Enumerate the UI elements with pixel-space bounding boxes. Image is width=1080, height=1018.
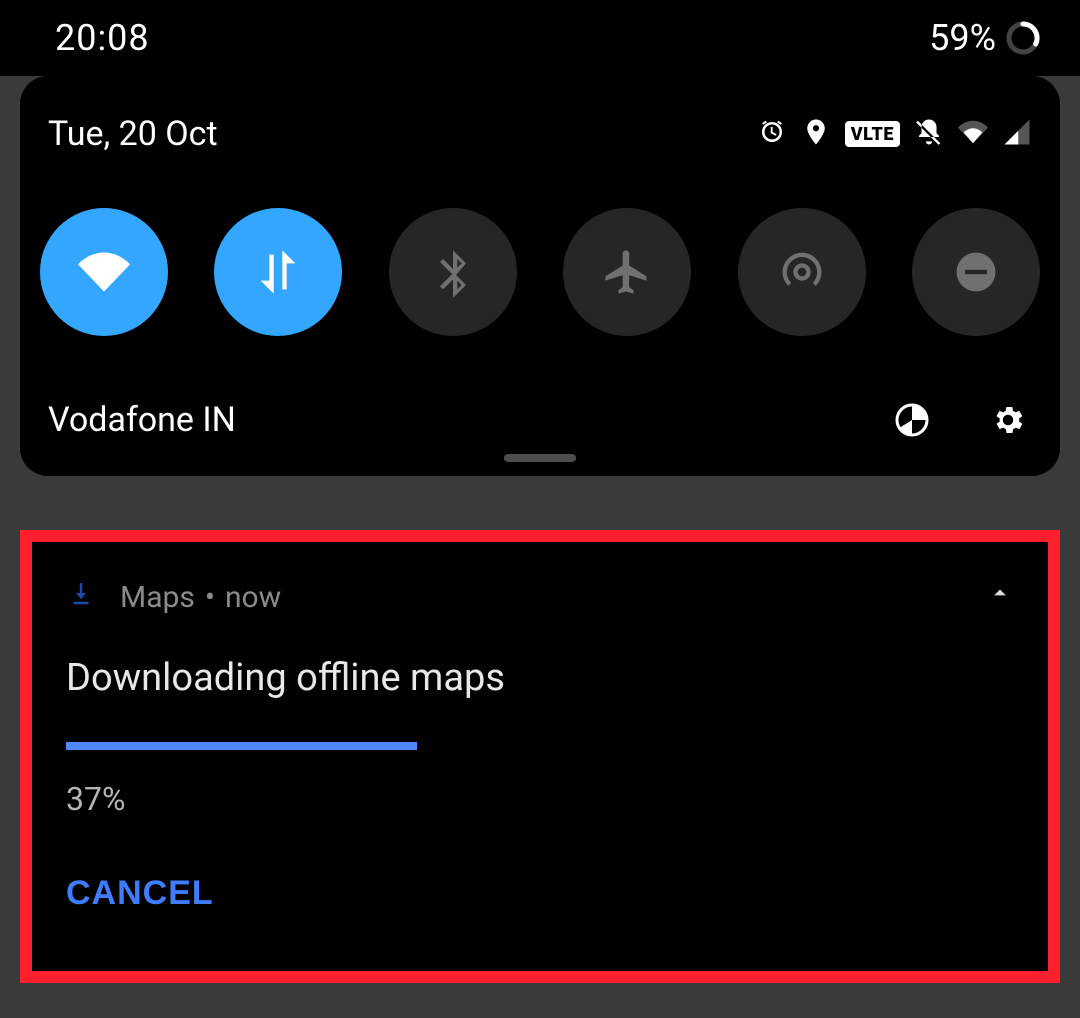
download-icon xyxy=(66,578,96,616)
status-icons: V⁠LTE xyxy=(757,117,1032,151)
qs-tile-wifi[interactable] xyxy=(40,208,168,336)
quick-settings-panel[interactable]: Tue, 20 Oct V⁠LTE Vodafo xyxy=(20,76,1060,476)
settings-icon[interactable] xyxy=(988,400,1028,440)
qs-tile-airplane[interactable] xyxy=(563,208,691,336)
notification-card[interactable]: Maps • now Downloading offline maps 37% … xyxy=(32,542,1048,971)
qs-footer: Vodafone IN xyxy=(20,366,1060,448)
separator: • xyxy=(205,580,215,615)
qs-tiles xyxy=(20,174,1060,366)
volte-icon: V⁠LTE xyxy=(845,121,900,147)
notification-when: now xyxy=(225,580,281,615)
notification-actions: CANCEL xyxy=(66,874,1014,913)
mute-icon xyxy=(914,117,944,151)
battery-percent: 59% xyxy=(929,17,996,59)
cancel-button[interactable]: CANCEL xyxy=(66,874,214,913)
qs-tile-dnd[interactable] xyxy=(912,208,1040,336)
notification-header: Maps • now xyxy=(66,578,1014,616)
progress-fill xyxy=(66,742,417,750)
alarm-icon xyxy=(757,117,787,151)
clock: 20:08 xyxy=(55,17,150,59)
notification-title: Downloading offline maps xyxy=(66,656,1014,700)
data-usage-icon[interactable] xyxy=(892,400,932,440)
progress-percent: 37% xyxy=(66,780,1014,818)
notification-app: Maps xyxy=(120,580,195,615)
drag-handle[interactable] xyxy=(504,454,576,462)
qs-header: Tue, 20 Oct V⁠LTE xyxy=(20,76,1060,174)
status-bar: 20:08 59% xyxy=(0,0,1080,76)
chevron-up-icon[interactable] xyxy=(986,579,1014,615)
date: Tue, 20 Oct xyxy=(48,114,218,154)
qs-tile-bluetooth[interactable] xyxy=(389,208,517,336)
signal-icon xyxy=(1002,117,1032,151)
battery-ring-icon xyxy=(1006,21,1040,55)
carrier-label: Vodafone IN xyxy=(48,400,236,440)
qs-tile-data[interactable] xyxy=(214,208,342,336)
location-icon xyxy=(801,117,831,151)
progress-bar xyxy=(66,742,1014,750)
qs-tile-hotspot[interactable] xyxy=(738,208,866,336)
wifi-small-icon xyxy=(958,117,988,151)
notification-highlight: Maps • now Downloading offline maps 37% … xyxy=(20,530,1060,983)
